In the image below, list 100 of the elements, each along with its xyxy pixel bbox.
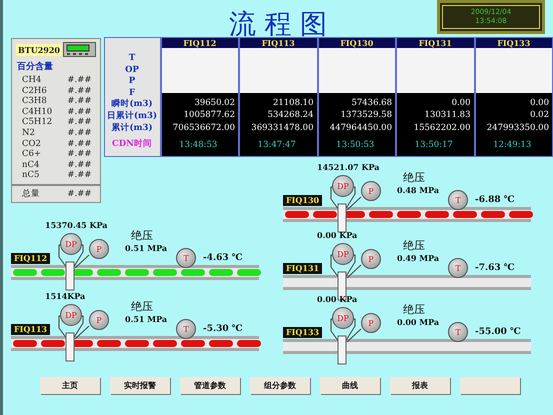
instant-flow: 39650.02: [194, 97, 235, 110]
absolute-pressure-reading: 0.49 MPa: [397, 253, 440, 263]
temperature-sensor: T: [176, 248, 196, 268]
component-value: #.##: [67, 138, 92, 150]
nav-button[interactable]: [460, 377, 520, 394]
cdn-time: 12:49:13: [493, 140, 532, 150]
instant-flow: 21108.10: [272, 97, 314, 110]
pressure-sensor: P: [361, 181, 381, 201]
meter-tag: FIQ131: [283, 263, 322, 274]
page-title: 流 程 图: [228, 8, 328, 38]
differential-pressure-reading: 0.00 KPa: [317, 230, 358, 240]
row-label: 日累计(m3): [107, 110, 157, 122]
dp-sensor: DP: [332, 243, 354, 265]
nav-button[interactable]: 主页: [40, 377, 100, 394]
orifice-plate: [66, 332, 74, 362]
temperature-reading: -5.30 ℃: [203, 324, 243, 334]
orifice-plate: [338, 336, 346, 364]
differential-pressure-reading: 1514KPa: [45, 291, 86, 301]
temperature-reading: -7.63 ℃: [475, 263, 515, 273]
analyzer-device-icon: [62, 42, 96, 57]
meter-tag: FIQ113: [11, 324, 50, 335]
absolute-pressure-reading: 0.00 MPa: [397, 317, 440, 327]
row-label: T: [128, 53, 136, 65]
daily-total: 1373529.58: [340, 109, 392, 122]
column-header: FIQ133: [476, 38, 552, 48]
row-label: P: [128, 76, 136, 88]
component-name: CH4: [22, 75, 42, 86]
cumulative-total: 15562202.00: [414, 122, 470, 134]
dp-sensor: DP: [60, 304, 82, 326]
device-name: BTU2920: [16, 44, 62, 56]
component-name: N2: [22, 128, 35, 139]
absolute-pressure-label: 绝压: [131, 228, 153, 243]
meter-tag: FIQ130: [283, 195, 322, 206]
absolute-pressure-label: 绝压: [403, 302, 425, 317]
differential-pressure-reading: 15370.45 KPa: [45, 220, 108, 230]
column-header: FIQ130: [318, 38, 395, 48]
absolute-pressure-label: 绝压: [403, 238, 425, 253]
pressure-sensor: P: [361, 249, 381, 269]
nav-button[interactable]: 组分参数: [250, 377, 310, 394]
column-header: FIQ113: [240, 38, 316, 48]
component-name: C3H8: [22, 96, 47, 107]
component-name: C5H12: [22, 117, 52, 128]
section-heading: 百分含量: [17, 60, 54, 73]
cdn-time: 13:48:53: [179, 140, 218, 150]
cumulative-total: 369331478.00: [251, 122, 314, 134]
temperature-sensor: T: [448, 322, 468, 342]
column-header: FIQ112: [162, 38, 238, 48]
component-name: C2H6: [22, 86, 47, 96]
temperature-reading: -55.00 ℃: [475, 327, 521, 337]
nav-button[interactable]: 报表: [390, 377, 450, 394]
cdn-time: 13:50:53: [336, 140, 374, 150]
component-value: #.##: [67, 160, 92, 170]
component-value: #.##: [67, 117, 92, 128]
pressure-sensor: P: [361, 313, 381, 333]
component-value: #.##: [67, 106, 92, 118]
component-name: CO2: [22, 138, 41, 150]
daily-total: 1005877.62: [184, 109, 235, 122]
dp-sensor: DP: [332, 175, 354, 197]
meter-tag: FIQ133: [283, 327, 322, 338]
component-value: #.##: [67, 75, 92, 86]
daily-total: 0.02: [530, 109, 549, 122]
orifice-plate: [338, 204, 346, 232]
temperature-reading: -6.88 ℃: [475, 195, 515, 205]
cumulative-total: 706536672.00: [172, 122, 235, 134]
row-label: F: [128, 88, 136, 98]
column-header: FIQ131: [397, 38, 474, 48]
absolute-pressure-label: 绝压: [403, 170, 425, 185]
component-value: #.##: [67, 149, 92, 160]
cdn-time: 13:50:17: [414, 140, 453, 150]
daily-total: 130311.83: [424, 109, 470, 122]
row-label: 累计(m3): [112, 122, 152, 134]
component-value: #.##: [67, 86, 92, 96]
cumulative-total: 247993350.00: [486, 122, 549, 134]
component-value: #.##: [67, 96, 92, 107]
temperature-sensor: T: [176, 319, 196, 339]
temperature-reading: -4.63 ℃: [203, 253, 243, 263]
instant-flow: 57436.68: [351, 97, 392, 110]
dp-sensor: DP: [60, 233, 82, 255]
row-label: OP: [125, 64, 139, 76]
differential-pressure-reading: 0.00 KPa: [317, 294, 358, 304]
total-label: 总量: [22, 188, 40, 200]
pressure-sensor: P: [89, 310, 109, 330]
instant-flow: 0.00: [530, 97, 549, 110]
meter-tag: FIQ112: [11, 253, 50, 264]
component-name: nC5: [22, 170, 40, 181]
cumulative-total: 447964450.00: [330, 122, 392, 134]
cdn-time: 13:47:47: [258, 140, 296, 150]
absolute-pressure-reading: 0.51 MPa: [125, 314, 168, 324]
dp-sensor: DP: [332, 307, 354, 329]
component-name: C4H10: [22, 106, 52, 118]
absolute-pressure-reading: 0.48 MPa: [397, 185, 440, 195]
pressure-sensor: P: [89, 239, 109, 259]
nav-button[interactable]: 实时报警: [110, 377, 170, 394]
nav-button[interactable]: 管道参数: [180, 377, 240, 394]
absolute-pressure-reading: 0.51 MPa: [125, 243, 168, 253]
row-label: 瞬时(m3): [112, 99, 152, 110]
orifice-plate: [66, 262, 74, 290]
absolute-pressure-label: 绝压: [131, 299, 153, 314]
nav-button[interactable]: 曲线: [320, 377, 380, 394]
daily-total: 534268.24: [268, 109, 314, 122]
